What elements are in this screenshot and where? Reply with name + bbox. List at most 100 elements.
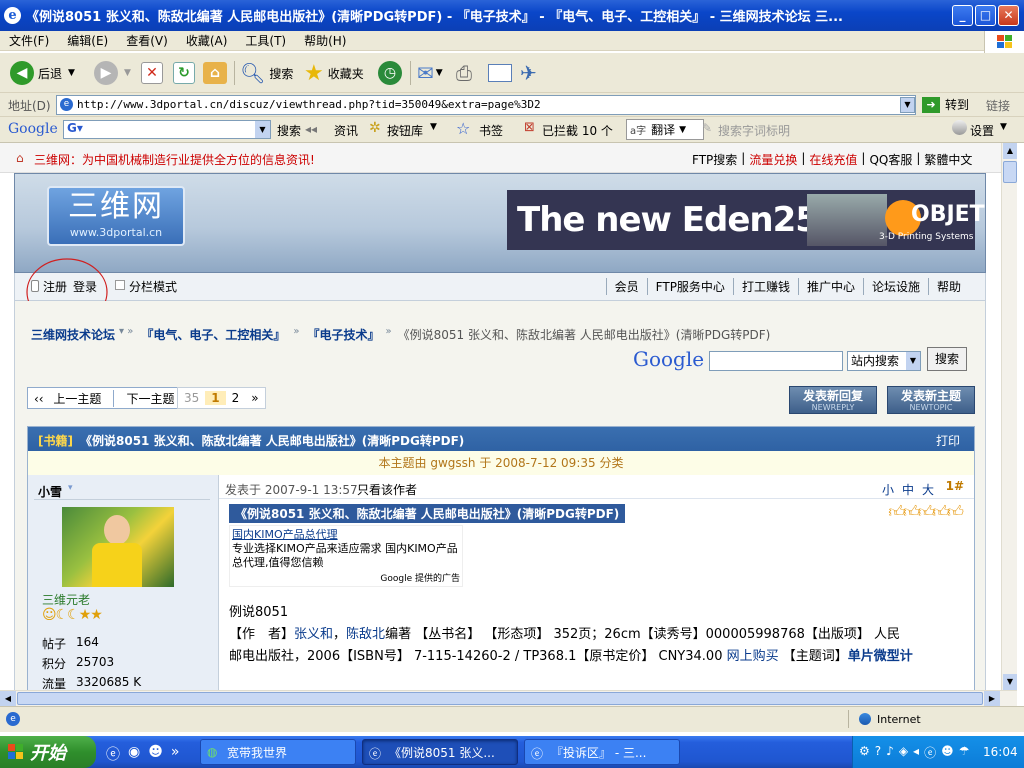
h-scroll-thumb[interactable]	[17, 692, 983, 705]
start-button[interactable]: 开始	[0, 736, 96, 768]
objet-ad-banner[interactable]: The new Eden250™ OBJET 3-D Printing Syst…	[507, 190, 985, 250]
menu-help[interactable]: 帮助(H)	[295, 32, 355, 49]
task-current-page[interactable]: ⓔ 《例说8051 张义...	[362, 739, 518, 765]
site-search-select[interactable]: 站内搜索 ▼	[847, 351, 921, 371]
split-mode-label[interactable]: 分栏模式	[129, 278, 177, 295]
search-button[interactable]: 🔍︎ 搜索	[240, 59, 293, 87]
favorites-button[interactable]: ★ 收藏夹	[304, 59, 364, 87]
home-button[interactable]: ⌂	[203, 59, 227, 87]
traffic-exchange-link[interactable]: 流量兑换	[749, 151, 797, 168]
author-dropdown-icon[interactable]: ▾	[68, 483, 73, 493]
menu-edit[interactable]: 编辑(E)	[58, 32, 117, 49]
author-name[interactable]: 小雪	[38, 483, 62, 500]
online-recharge-link[interactable]: 在线充值	[809, 151, 857, 168]
vertical-scrollbar[interactable]: ▲ ▼	[1001, 143, 1017, 690]
menu-file[interactable]: 文件(F)	[0, 32, 58, 49]
split-mode-checkbox[interactable]	[115, 280, 125, 290]
tray-help-icon[interactable]: ?	[875, 744, 881, 761]
task-complaints[interactable]: ⓔ 『投诉区』 - 三...	[524, 739, 680, 765]
prev-topic-link[interactable]: ‹‹ 上一主题	[28, 390, 113, 407]
translate-button[interactable]: a字 翻译 ▼	[626, 119, 704, 140]
qq-service-link[interactable]: QQ客服	[869, 151, 912, 168]
quicklaunch-more-icon[interactable]: »	[171, 744, 180, 764]
print-link[interactable]: 打印	[936, 432, 960, 449]
tray-volume-icon[interactable]: ♪	[886, 744, 894, 761]
google-search-input[interactable]: G▾ ▼	[63, 120, 271, 139]
ftp-search-link[interactable]: FTP搜索	[692, 151, 737, 168]
author-link-2[interactable]: 陈敌北	[346, 627, 385, 642]
tray-arrow-icon[interactable]: ◂	[913, 744, 919, 761]
author-link-1[interactable]: 张义和	[294, 627, 333, 642]
print-button[interactable]: ⎙	[456, 59, 472, 87]
scroll-right-icon[interactable]: ▶	[984, 691, 1000, 706]
horizontal-scrollbar[interactable]: ◀ ▶	[0, 690, 1017, 706]
nav-help[interactable]: 帮助	[927, 278, 969, 295]
nav-facilities[interactable]: 论坛设施	[862, 278, 928, 295]
address-dropdown-icon[interactable]: ▼	[900, 97, 915, 113]
tray-ie-icon[interactable]: ⓔ	[924, 744, 936, 761]
ad-link[interactable]: 国内KIMO产品总代理	[232, 528, 460, 542]
traditional-chinese-link[interactable]: 繁體中文	[924, 151, 972, 168]
page-next-link[interactable]: »	[245, 391, 264, 405]
settings-button[interactable]: 设置	[970, 122, 994, 139]
breadcrumb-board[interactable]: 『电子技术』	[307, 326, 379, 343]
back-button[interactable]: ◀ 后退 ▼	[10, 59, 75, 87]
task-broadband[interactable]: ◍ 宽带我世界	[200, 739, 356, 765]
back-dropdown-icon[interactable]: ▼	[68, 68, 75, 78]
font-small-link[interactable]: 小	[882, 481, 894, 498]
forward-dropdown-icon[interactable]: ▼	[124, 68, 131, 78]
breadcrumb-home[interactable]: 三维网技术论坛	[31, 326, 115, 343]
site-search-button[interactable]: 搜索	[927, 347, 967, 371]
stop-button[interactable]: ✕	[141, 59, 163, 87]
quicklaunch-ie-icon[interactable]: ⓔ	[106, 744, 120, 764]
font-large-link[interactable]: 大	[922, 481, 934, 498]
history-button[interactable]: ◷	[378, 59, 402, 87]
messenger-button[interactable]: ✈	[520, 59, 537, 87]
tray-qq-icon[interactable]: ☻	[941, 744, 954, 761]
button-gallery-button[interactable]: 按钮库	[387, 122, 423, 139]
address-input[interactable]: e http://www.3dportal.cn/discuz/viewthre…	[56, 95, 916, 115]
menu-favorites[interactable]: 收藏(A)	[177, 32, 237, 49]
refresh-button[interactable]: ↻	[173, 59, 195, 87]
nav-members[interactable]: 会员	[605, 278, 647, 295]
edit-button[interactable]	[488, 59, 512, 87]
tray-shield-icon[interactable]: ◈	[899, 744, 908, 761]
forward-button[interactable]: ▶ ▼	[94, 59, 131, 87]
clock[interactable]: 16:04	[983, 745, 1018, 759]
tray-network-icon[interactable]: ⚙	[859, 744, 870, 761]
new-topic-button[interactable]: 发表新主题 NEWTOPIC	[887, 386, 975, 414]
minimize-button[interactable]: _	[952, 5, 973, 26]
scroll-thumb[interactable]	[1003, 161, 1017, 183]
nav-promotion[interactable]: 推广中心	[797, 278, 863, 295]
site-logo[interactable]: 三维网 www.3dportal.cn	[47, 186, 185, 246]
nav-ftp-center[interactable]: FTP服务中心	[646, 278, 733, 295]
close-button[interactable]: ✕	[998, 5, 1019, 26]
highlight-button[interactable]: 搜索字词标明	[718, 122, 790, 139]
popup-blocked-count[interactable]: 已拦截 10 个	[542, 122, 613, 139]
tray-umbrella-icon[interactable]: ☂	[959, 744, 970, 761]
scroll-left-icon[interactable]: ◀	[0, 691, 16, 706]
google-toolbar-logo[interactable]: Google	[8, 121, 58, 137]
font-medium-link[interactable]: 中	[902, 481, 914, 498]
only-author-link[interactable]: 只看该作者	[357, 481, 417, 498]
subject-link[interactable]: 单片微型计	[848, 649, 913, 664]
breadcrumb-category[interactable]: 『电气、电子、工控相关』	[141, 326, 285, 343]
buy-online-link[interactable]: 网上购买	[727, 649, 779, 664]
google-dropdown-icon[interactable]: ▼	[255, 121, 270, 138]
quicklaunch-app-icon[interactable]: ◉	[128, 744, 140, 764]
bookmarks-button[interactable]: 书签	[479, 122, 503, 139]
mail-button[interactable]: ✉ ▼	[417, 59, 443, 87]
maximize-button[interactable]: □	[975, 5, 996, 26]
site-search-input[interactable]	[709, 351, 843, 371]
settings-dropdown-icon[interactable]: ▼	[1000, 122, 1007, 132]
scroll-up-icon[interactable]: ▲	[1003, 143, 1017, 159]
menu-view[interactable]: 查看(V)	[117, 32, 177, 49]
google-search-button[interactable]: 搜索	[277, 122, 301, 139]
nav-earn-money[interactable]: 打工赚钱	[732, 278, 798, 295]
menu-tools[interactable]: 工具(T)	[236, 32, 295, 49]
links-label[interactable]: 链接	[986, 97, 1010, 114]
mail-dropdown-icon[interactable]: ▼	[436, 68, 443, 78]
scroll-down-icon[interactable]: ▼	[1003, 674, 1017, 690]
quicklaunch-qq-icon[interactable]: ☻	[148, 744, 163, 764]
button-gallery-dropdown-icon[interactable]: ▼	[430, 122, 437, 132]
